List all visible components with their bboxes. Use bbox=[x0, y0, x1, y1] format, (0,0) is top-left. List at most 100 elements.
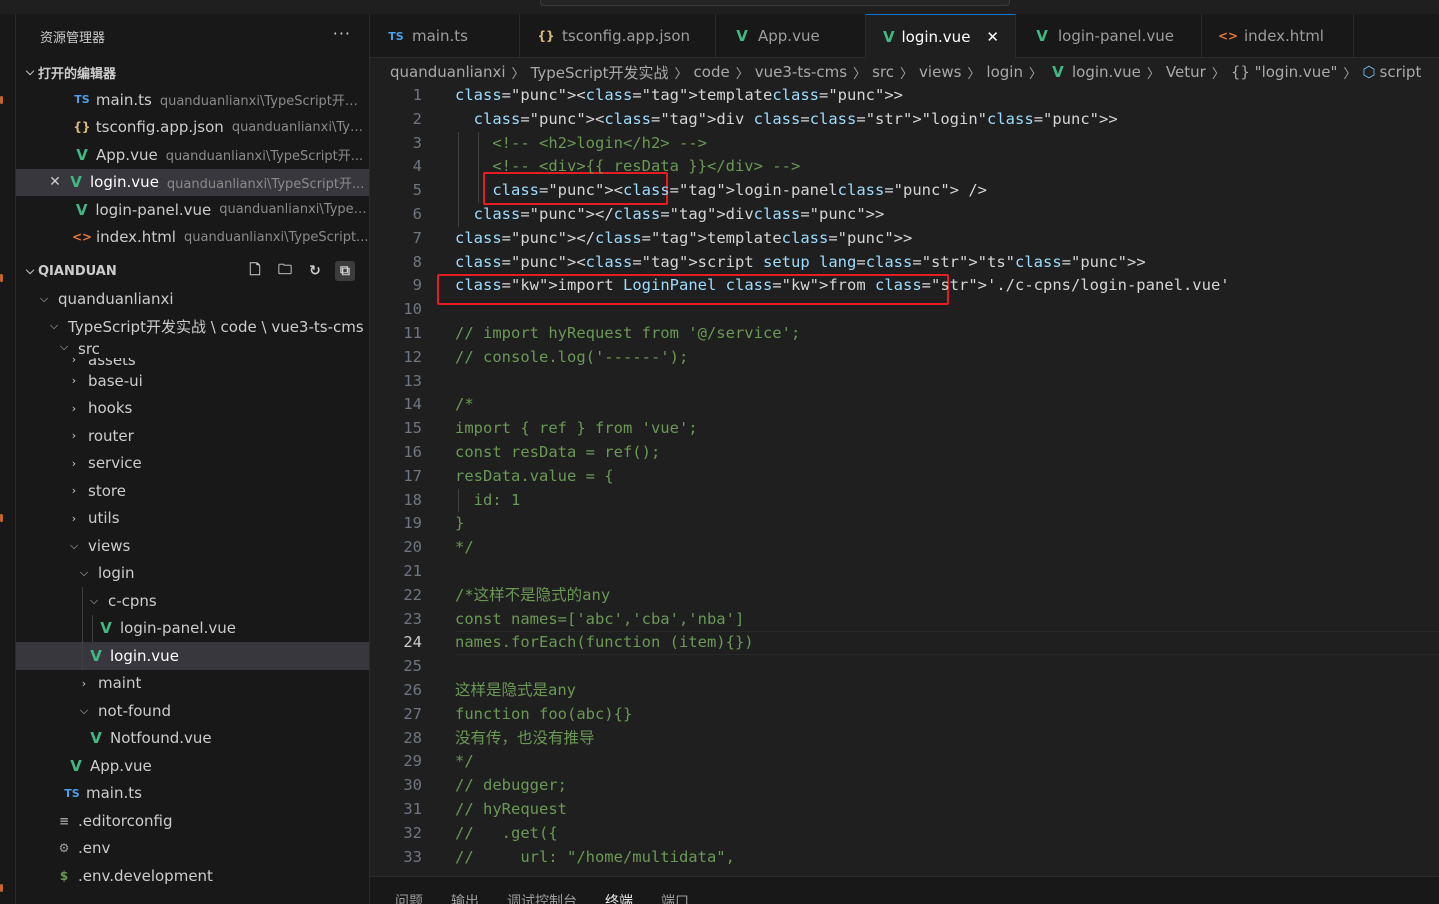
tree-file-selected[interactable]: V login.vue bbox=[16, 642, 369, 670]
breadcrumb-item[interactable]: src bbox=[872, 63, 894, 81]
tree-folder[interactable]: › hooks bbox=[16, 395, 369, 423]
close-icon[interactable]: ✕ bbox=[986, 28, 999, 46]
breadcrumb-item[interactable]: vue3-ts-cms bbox=[755, 63, 847, 81]
code-line[interactable]: 19} bbox=[370, 512, 1439, 536]
breadcrumb-item[interactable]: TypeScript开发实战 bbox=[531, 62, 669, 83]
tree-file[interactable]: ⚙ .env bbox=[16, 835, 369, 863]
tab-index-html[interactable]: <> index.html bbox=[1202, 14, 1354, 58]
tab-terminal[interactable]: 终端 bbox=[605, 891, 633, 904]
tree-folder[interactable]: › utils bbox=[16, 505, 369, 533]
file-label: .env.development bbox=[78, 866, 213, 885]
code-line[interactable]: 15 import { ref } from 'vue'; bbox=[370, 417, 1439, 441]
code-line[interactable]: 3 <!-- <h2>login</h2> --> bbox=[370, 132, 1439, 156]
tree-folder[interactable]: › maint bbox=[16, 670, 369, 698]
code-text: // console.log('------'); bbox=[455, 347, 689, 366]
tree-folder[interactable]: › store bbox=[16, 477, 369, 505]
tree-folder[interactable]: ⌵ views bbox=[16, 532, 369, 560]
tree-folder[interactable]: › service bbox=[16, 450, 369, 478]
collapse-all-icon[interactable]: ⧉ bbox=[335, 261, 355, 281]
open-editor-item[interactable]: V login-panel.vue quanduanlianxi\TypeS..… bbox=[16, 196, 369, 224]
code-line[interactable]: 28 没有传，也没有推导 bbox=[370, 727, 1439, 751]
breadcrumb-item[interactable]: views bbox=[919, 63, 961, 81]
code-line[interactable]: 10 bbox=[370, 298, 1439, 322]
tab-tsconfig[interactable]: {} tsconfig.app.json bbox=[520, 14, 716, 58]
open-editor-item[interactable]: V App.vue quanduanlianxi\TypeScript开... bbox=[16, 141, 369, 169]
new-file-icon[interactable]: 🗋 bbox=[245, 261, 265, 281]
breadcrumb-item[interactable]: {} "login.vue" bbox=[1231, 63, 1338, 81]
tab-debug-console[interactable]: 调试控制台 bbox=[507, 891, 577, 904]
code-line[interactable]: 13 bbox=[370, 370, 1439, 394]
open-editor-item[interactable]: TS main.ts quanduanlianxi\TypeScript开发..… bbox=[16, 86, 369, 114]
breadcrumb-item[interactable]: code bbox=[694, 63, 730, 81]
tree-file[interactable]: $ .env.development bbox=[16, 862, 369, 890]
code-line[interactable]: 29 */ bbox=[370, 750, 1439, 774]
tree-file[interactable]: V App.vue bbox=[16, 752, 369, 780]
code-line[interactable]: 1 class="punc"><class="tag">templateclass… bbox=[370, 86, 1439, 108]
chevron-right-icon: › bbox=[71, 429, 77, 443]
code-line[interactable]: 20 */ bbox=[370, 536, 1439, 560]
code-line[interactable]: 14 /* bbox=[370, 393, 1439, 417]
breadcrumb-item[interactable]: script bbox=[1380, 63, 1422, 81]
tree-file[interactable]: ≡ .editorconfig bbox=[16, 807, 369, 835]
code-line[interactable]: 31 // hyRequest bbox=[370, 798, 1439, 822]
tab-login-vue[interactable]: V login.vue ✕ bbox=[866, 14, 1016, 58]
workspace-section[interactable]: ⌵ QIANDUAN 🗋 🗀 ↻ ⧉ bbox=[16, 257, 369, 285]
code-line[interactable]: 17 resData.value = { bbox=[370, 465, 1439, 489]
close-icon[interactable]: ✕ bbox=[46, 174, 64, 190]
tab-problems[interactable]: 问题 bbox=[395, 891, 423, 904]
code-line[interactable]: 25 bbox=[370, 655, 1439, 679]
tab-app-vue[interactable]: V App.vue bbox=[716, 14, 866, 58]
tree-folder[interactable]: ⌵ not-found bbox=[16, 697, 369, 725]
tree-folder[interactable]: › assets bbox=[16, 358, 369, 367]
open-editors-section[interactable]: ⌵ 打开的编辑器 bbox=[16, 58, 369, 86]
tree-folder[interactable]: ⌵ login bbox=[16, 560, 369, 588]
code-line[interactable]: 9 class="kw">import LoginPanel class="kw"… bbox=[370, 274, 1439, 298]
code-line[interactable]: 32 // .get({ bbox=[370, 822, 1439, 846]
tree-file[interactable]: V login-panel.vue bbox=[16, 614, 369, 642]
code-line[interactable]: 6 class="punc"></class="tag">divclass="p… bbox=[370, 203, 1439, 227]
code-line[interactable]: 33 // url: "/home/multidata", bbox=[370, 846, 1439, 870]
tree-folder[interactable]: ⌵ c-cpns bbox=[16, 587, 369, 615]
vue-file-icon: V bbox=[100, 619, 112, 638]
code-line[interactable]: 11 // import hyRequest from '@/service'; bbox=[370, 322, 1439, 346]
code-line[interactable]: 30 // debugger; bbox=[370, 774, 1439, 798]
refresh-icon[interactable]: ↻ bbox=[305, 261, 325, 281]
open-editor-item[interactable]: {} tsconfig.app.json quanduanlianxi\Typ.… bbox=[16, 114, 369, 142]
code-line[interactable]: 24 names.forEach(function (item){}) bbox=[370, 631, 1439, 656]
code-line[interactable]: 5 class="punc"><class="tag">login-panelc… bbox=[370, 179, 1439, 203]
tab-main-ts[interactable]: TS main.ts bbox=[370, 14, 520, 58]
tree-folder[interactable]: › base-ui bbox=[16, 367, 369, 395]
tree-file[interactable]: TS main.ts bbox=[16, 780, 369, 808]
code-line[interactable]: 8 class="punc"><class="tag">script setup … bbox=[370, 251, 1439, 275]
code-line[interactable]: 12 // console.log('------'); bbox=[370, 346, 1439, 370]
tree-folder[interactable]: ⌵ quanduanlianxi bbox=[16, 285, 369, 313]
breadcrumb-item[interactable]: login bbox=[986, 63, 1023, 81]
command-center[interactable] bbox=[540, 0, 1010, 6]
breadcrumb-item[interactable]: Vetur bbox=[1166, 63, 1206, 81]
tab-label: index.html bbox=[1244, 27, 1324, 45]
breadcrumb-item[interactable]: quanduanlianxi bbox=[390, 63, 506, 81]
code-editor[interactable]: 1 class="punc"><class="tag">templateclass… bbox=[370, 86, 1439, 876]
code-line[interactable]: 26 这样是隐式是any bbox=[370, 679, 1439, 703]
code-line[interactable]: 7 class="punc"></class="tag">templateclas… bbox=[370, 227, 1439, 251]
tree-folder[interactable]: ⌵ src bbox=[16, 340, 369, 358]
code-line[interactable]: 21 bbox=[370, 560, 1439, 584]
tree-file[interactable]: V Notfound.vue bbox=[16, 725, 369, 753]
tab-login-panel-vue[interactable]: V login-panel.vue bbox=[1016, 14, 1202, 58]
more-actions-icon[interactable]: ··· bbox=[333, 24, 351, 43]
open-editor-item[interactable]: <> index.html quanduanlianxi\TypeScript.… bbox=[16, 224, 369, 252]
breadcrumb-item[interactable]: login.vue bbox=[1072, 63, 1141, 81]
code-line[interactable]: 18 id: 1 bbox=[370, 489, 1439, 513]
tree-folder[interactable]: › router bbox=[16, 422, 369, 450]
code-line[interactable]: 2 class="punc"><class="tag">div class=cl… bbox=[370, 108, 1439, 132]
code-line[interactable]: 23 const names=['abc','cba','nba'] bbox=[370, 608, 1439, 632]
new-folder-icon[interactable]: 🗀 bbox=[275, 261, 295, 281]
code-line[interactable]: 4 <!-- <div>{{ resData }}</div> --> bbox=[370, 155, 1439, 179]
tab-ports[interactable]: 端口 bbox=[661, 891, 689, 904]
tree-folder[interactable]: ⌵ TypeScript开发实战 \ code \ vue3-ts-cms bbox=[16, 313, 369, 341]
code-line[interactable]: 16 const resData = ref(); bbox=[370, 441, 1439, 465]
code-line[interactable]: 27 function foo(abc){} bbox=[370, 703, 1439, 727]
tab-output[interactable]: 输出 bbox=[451, 891, 479, 904]
code-line[interactable]: 22 /*这样不是隐式的any bbox=[370, 584, 1439, 608]
open-editor-item-active[interactable]: ✕ V login.vue quanduanlianxi\TypeScript开… bbox=[16, 168, 369, 196]
